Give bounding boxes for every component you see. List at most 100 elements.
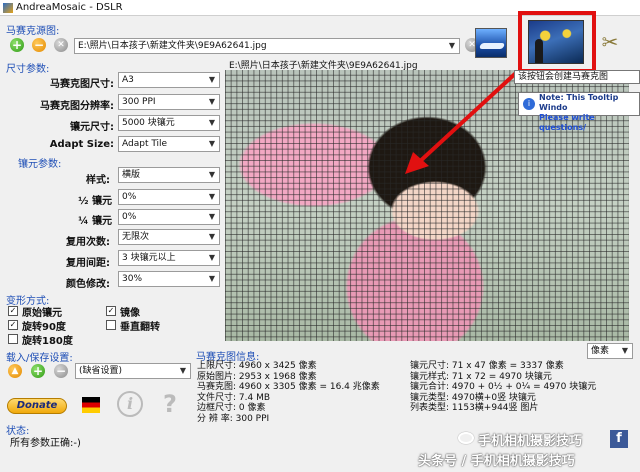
chevron-down-icon: ▼ (208, 253, 216, 262)
info-left-row: 边框尺寸: 0 像素 (197, 403, 266, 413)
vflip-checkbox[interactable] (106, 320, 116, 330)
cypress-icon (535, 39, 543, 63)
chevron-down-icon: ▼ (208, 118, 216, 127)
tools-icon[interactable]: ✂ (598, 30, 622, 54)
tile-library-icon[interactable] (475, 28, 507, 58)
add-icon[interactable]: + (10, 38, 24, 52)
chevron-down-icon: ▼ (208, 97, 216, 106)
mosaic-size-select[interactable]: A3 ▼ (118, 72, 220, 88)
note-link[interactable]: Please write questions/ (539, 113, 639, 133)
chevron-down-icon: ▼ (448, 41, 456, 50)
source-section-label: 马赛克源图: (6, 26, 60, 37)
note-info-icon: i (523, 98, 535, 110)
half-tile-value: 0% (122, 192, 137, 202)
adapt-size-label: Adapt Size: (49, 139, 114, 150)
settings-section-label: 载入/保存设置: (6, 353, 73, 364)
watermark-line2: 头条号 / 手机相机摄影技巧 (418, 454, 575, 469)
original-tile-checkbox[interactable]: ✓ (8, 306, 18, 316)
info-left-row: 马赛克图: 4960 x 3305 像素 = 16.4 兆像素 (197, 382, 380, 392)
note-tooltip: i Note: This Tooltip Windo Please write … (518, 92, 640, 132)
tile-size-label: 镶元尺寸: (70, 122, 114, 133)
facebook-icon: f (610, 430, 628, 448)
status-text: 所有参数正确:-) (10, 438, 81, 449)
tile-size-value: 5000 块镶元 (122, 118, 175, 128)
save-add-icon[interactable]: + (31, 364, 45, 378)
window-title: AndreaMosaic - DSLR (16, 2, 123, 13)
clear-icon[interactable]: ✕ (54, 38, 68, 52)
style-label: 样式: (86, 175, 110, 186)
mirror-label: 镜像 (120, 308, 140, 319)
info-left-row: 上限尺寸: 4960 x 3425 像素 (197, 361, 317, 371)
adapt-size-select[interactable]: Adapt Tile ▼ (118, 136, 220, 152)
units-value: 像素 (591, 346, 610, 356)
source-path-select[interactable]: E:\照片\日本孩子\新建文件夹\9E9A62641.jpg ▼ (74, 38, 460, 54)
chevron-down-icon: ▼ (208, 192, 216, 201)
arrow-shaft (415, 70, 519, 166)
mirror-checkbox[interactable]: ✓ (106, 306, 116, 316)
delete-settings-icon[interactable]: − (54, 364, 68, 378)
reuse-count-label: 复用次数: (66, 237, 110, 248)
resolution-value: 300 PPI (122, 97, 156, 107)
info-right-row: 镶元样式: 71 x 72 = 4970 块镶元 (410, 371, 552, 382)
rotate180-checkbox[interactable] (8, 334, 18, 344)
info-right-row: 镶元类型: 4970横+0竖 块镶元 (410, 392, 536, 403)
remove-icon[interactable]: − (32, 38, 46, 52)
donate-button[interactable]: Donate (7, 398, 67, 414)
quarter-tile-select[interactable]: 0% ▼ (118, 209, 220, 225)
app-icon (3, 3, 13, 13)
chevron-down-icon: ▼ (208, 139, 216, 148)
load-icon[interactable]: ▲ (8, 364, 22, 378)
watermark-line1: 手机相机摄影技巧 (478, 434, 583, 449)
settings-select[interactable]: (缺省设置) ▼ (75, 363, 191, 379)
color-change-label: 颜色修改: (66, 279, 110, 290)
original-tile-label: 原始镶元 (22, 308, 62, 319)
info-left: 上限尺寸: 4960 x 3425 像素 原始图片: 2953 x 1968 像… (197, 361, 380, 424)
size-section-label: 尺寸参数: (6, 64, 50, 75)
chevron-down-icon: ▼ (208, 232, 216, 241)
mosaic-size-value: A3 (122, 75, 134, 85)
reuse-distance-select[interactable]: 3 块镶元以上 ▼ (118, 250, 220, 266)
chevron-down-icon: ▼ (208, 170, 216, 179)
info-icon[interactable]: i (117, 391, 143, 417)
wave-icon (478, 43, 506, 49)
color-change-select[interactable]: 30% ▼ (118, 271, 220, 287)
settings-value: (缺省设置) (79, 366, 123, 376)
adapt-size-value: Adapt Tile (122, 139, 168, 149)
rotate90-checkbox[interactable]: ✓ (8, 320, 18, 330)
vflip-label: 垂直翻转 (120, 322, 160, 333)
info-left-row: 分 辨 率: 300 PPI (197, 413, 270, 424)
info-right-row: 镶元尺寸: 71 x 47 像素 = 3337 像素 (410, 361, 564, 371)
tile-size-select[interactable]: 5000 块镶元 ▼ (118, 115, 220, 131)
info-right: 镶元尺寸: 71 x 47 像素 = 3337 像素 镶元样式: 71 x 72… (410, 361, 596, 414)
chevron-down-icon: ▼ (179, 366, 187, 375)
half-tile-select[interactable]: 0% ▼ (118, 189, 220, 205)
note-text: Note: This Tooltip Windo (539, 93, 619, 112)
quarter-tile-label: ¼ 镶元 (78, 216, 112, 227)
chevron-down-icon: ▼ (208, 212, 216, 221)
chevron-down-icon: ▼ (621, 346, 629, 355)
create-mosaic-tooltip: 该按钮会创建马赛克图 (514, 70, 640, 84)
reuse-count-select[interactable]: 无限次 ▼ (118, 229, 220, 245)
quarter-tile-value: 0% (122, 212, 137, 222)
rotate90-label: 旋转90度 (22, 322, 66, 333)
chevron-down-icon: ▼ (208, 75, 216, 84)
tile-section-label: 镶元参数: (18, 159, 62, 170)
units-select[interactable]: 像素 ▼ (587, 343, 633, 359)
info-right-row: 列表类型: 1153横+944竖 图片 (410, 403, 539, 413)
reuse-distance-value: 3 块镶元以上 (122, 253, 176, 263)
language-flag-icon[interactable] (82, 397, 100, 413)
help-icon[interactable]: ? (160, 391, 180, 417)
reuse-count-value: 无限次 (122, 232, 150, 242)
reuse-distance-label: 复用间距: (66, 258, 110, 269)
info-right-row: 镶元合计: 4970 + 0½ + 0¼ = 4970 块镶元 (410, 382, 597, 392)
color-change-value: 30% (122, 274, 143, 284)
create-mosaic-button[interactable] (528, 20, 584, 64)
info-left-row: 文件尺寸: 7.4 MB (197, 392, 271, 403)
style-value: 横版 (122, 170, 141, 180)
resolution-label: 马赛克图分辨率: (40, 101, 114, 112)
source-path-value: E:\照片\日本孩子\新建文件夹\9E9A62641.jpg (78, 41, 267, 51)
wechat-icon (458, 432, 474, 444)
mosaic-size-label: 马赛克图尺寸: (50, 79, 114, 90)
style-select[interactable]: 横版 ▼ (118, 167, 220, 183)
resolution-select[interactable]: 300 PPI ▼ (118, 94, 220, 110)
